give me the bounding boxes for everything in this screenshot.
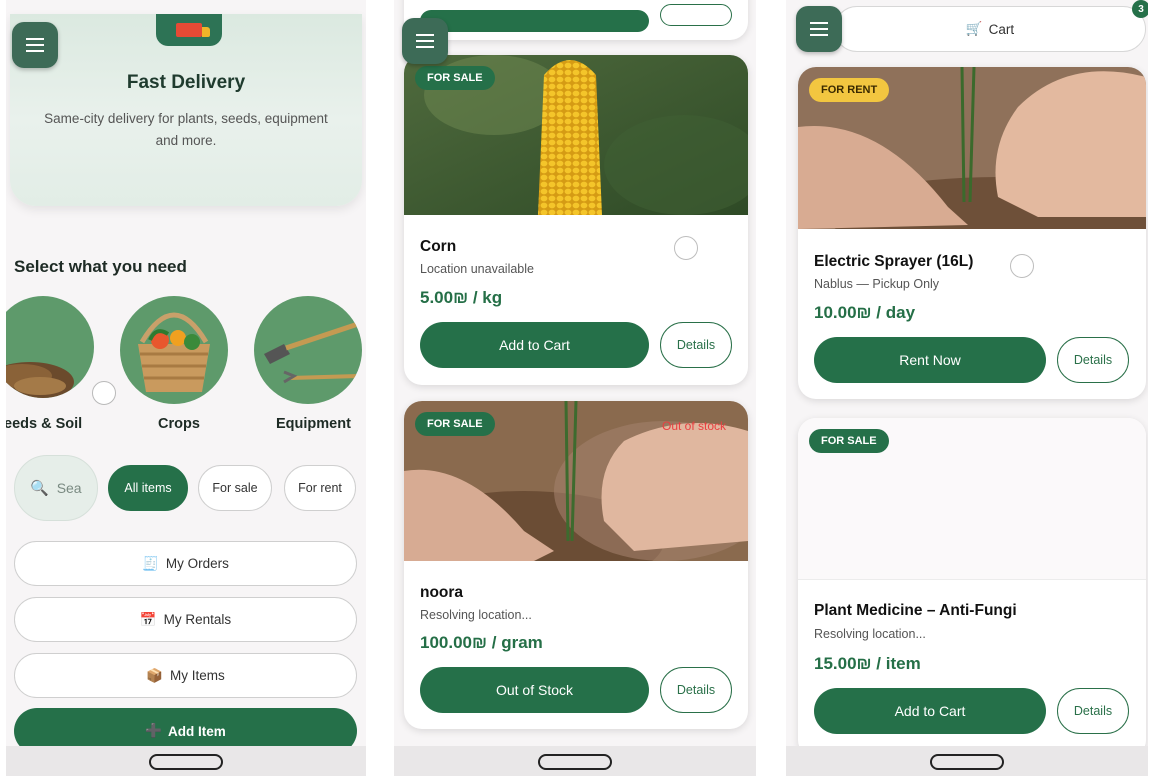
product-price: 100.00₪ / gram bbox=[420, 633, 543, 652]
product-card[interactable]: FOR SALE Corn Location unavailable 5.00₪… bbox=[404, 55, 748, 385]
delivery-banner: Fast Delivery Same-city delivery for pla… bbox=[10, 14, 362, 206]
filter-for-rent[interactable]: For rent bbox=[284, 465, 356, 511]
category-label: Crops bbox=[158, 416, 200, 432]
cart-count-badge: 3 bbox=[1132, 0, 1148, 18]
product-location: Location unavailable bbox=[420, 262, 534, 276]
details-button[interactable]: Details bbox=[660, 667, 732, 713]
delivery-truck-icon bbox=[156, 14, 222, 46]
banner-subtitle: Same-city delivery for plants, seeds, eq… bbox=[44, 111, 328, 148]
filter-all-items[interactable]: All items bbox=[108, 465, 188, 511]
for-sale-badge: FOR SALE bbox=[415, 412, 495, 436]
product-location: Resolving location... bbox=[420, 608, 532, 622]
category-radio[interactable] bbox=[92, 381, 116, 405]
product-card-partial bbox=[404, 0, 748, 40]
category-label: eeds & Soil bbox=[6, 416, 83, 432]
menu-button[interactable] bbox=[12, 22, 58, 68]
out-of-stock-button[interactable]: Out of Stock bbox=[420, 667, 649, 713]
product-name: Plant Medicine – Anti-Fungi bbox=[814, 602, 1017, 619]
home-gesture-handle[interactable] bbox=[538, 754, 612, 770]
product-name: Corn bbox=[420, 238, 457, 255]
home-screen: Fast Delivery Same-city delivery for pla… bbox=[6, 0, 366, 776]
my-items-button[interactable]: 📦 My Items bbox=[14, 653, 357, 698]
for-sale-badge: FOR SALE bbox=[809, 429, 889, 453]
category-crops-image[interactable] bbox=[120, 296, 228, 404]
receipt-icon: 🧾 bbox=[142, 555, 159, 571]
for-rent-badge: FOR RENT bbox=[809, 78, 890, 102]
button-label: My Orders bbox=[165, 556, 229, 571]
select-radio[interactable] bbox=[1010, 254, 1034, 278]
filter-for-sale[interactable]: For sale bbox=[198, 465, 272, 511]
banner-title: Fast Delivery bbox=[126, 72, 246, 93]
search-input[interactable]: 🔍 Sea bbox=[14, 455, 98, 521]
rent-now-button[interactable]: Rent Now bbox=[814, 337, 1046, 383]
plus-icon: ➕ bbox=[145, 723, 163, 738]
button-label: My Rentals bbox=[163, 612, 232, 627]
add-to-cart-button[interactable]: Add to Cart bbox=[814, 688, 1046, 734]
product-card[interactable]: FOR SALE Plant Medicine – Anti-Fungi Res… bbox=[798, 418, 1146, 758]
product-location: Nablus — Pickup Only bbox=[814, 277, 940, 291]
category-equipment-image[interactable] bbox=[254, 296, 362, 404]
my-rentals-button[interactable]: 📅 My Rentals bbox=[14, 597, 357, 642]
system-nav-bar bbox=[394, 746, 756, 776]
products-screen: FOR SALE Corn Location unavailable 5.00₪… bbox=[394, 0, 756, 776]
for-sale-badge: FOR SALE bbox=[415, 66, 495, 90]
hamburger-icon bbox=[810, 28, 828, 30]
system-nav-bar bbox=[786, 746, 1148, 776]
system-nav-bar bbox=[6, 746, 366, 776]
my-orders-button[interactable]: 🧾 My Orders bbox=[14, 541, 357, 586]
home-gesture-handle[interactable] bbox=[930, 754, 1004, 770]
box-icon: 📦 bbox=[146, 667, 164, 683]
menu-button[interactable] bbox=[796, 6, 842, 52]
category-seeds-soil-image[interactable] bbox=[6, 296, 94, 398]
select-radio[interactable] bbox=[674, 236, 698, 260]
details-button[interactable]: Details bbox=[1057, 688, 1129, 734]
home-gesture-handle[interactable] bbox=[149, 754, 223, 770]
product-name: noora bbox=[420, 584, 464, 601]
add-to-cart-button[interactable]: Add to Cart bbox=[420, 322, 649, 368]
search-placeholder: Sea bbox=[56, 480, 82, 496]
product-price: 5.00₪ / kg bbox=[420, 288, 503, 307]
out-of-stock-label: Out of stock bbox=[662, 419, 727, 433]
button-label: Add Item bbox=[168, 723, 226, 739]
product-location: Resolving location... bbox=[814, 627, 926, 641]
hamburger-icon bbox=[26, 44, 44, 46]
cart-label: Cart bbox=[988, 21, 1015, 37]
cart-products-screen: 🛒 Cart 3 FOR RENT Electric Sprayer (16L)… bbox=[786, 0, 1148, 776]
hamburger-icon bbox=[416, 40, 434, 42]
cart-icon: 🛒 bbox=[965, 21, 983, 36]
product-card[interactable]: FOR RENT Electric Sprayer (16L) Nablus —… bbox=[798, 67, 1146, 399]
product-name: Electric Sprayer (16L) bbox=[814, 253, 974, 270]
category-label: Equipment bbox=[276, 416, 351, 432]
product-card[interactable]: FOR SALE Out of stock noora Resolving lo… bbox=[404, 401, 748, 729]
menu-button[interactable] bbox=[402, 18, 448, 64]
cart-button[interactable]: 🛒 Cart bbox=[834, 6, 1146, 52]
search-icon: 🔍 bbox=[30, 480, 49, 497]
product-price: 15.00₪ / item bbox=[814, 654, 921, 673]
details-button[interactable]: Details bbox=[1057, 337, 1129, 383]
calendar-icon: 📅 bbox=[139, 611, 157, 627]
product-price: 10.00₪ / day bbox=[814, 303, 916, 322]
section-title: Select what you need bbox=[14, 257, 187, 276]
details-button[interactable]: Details bbox=[660, 322, 732, 368]
button-label: My Items bbox=[170, 668, 225, 683]
